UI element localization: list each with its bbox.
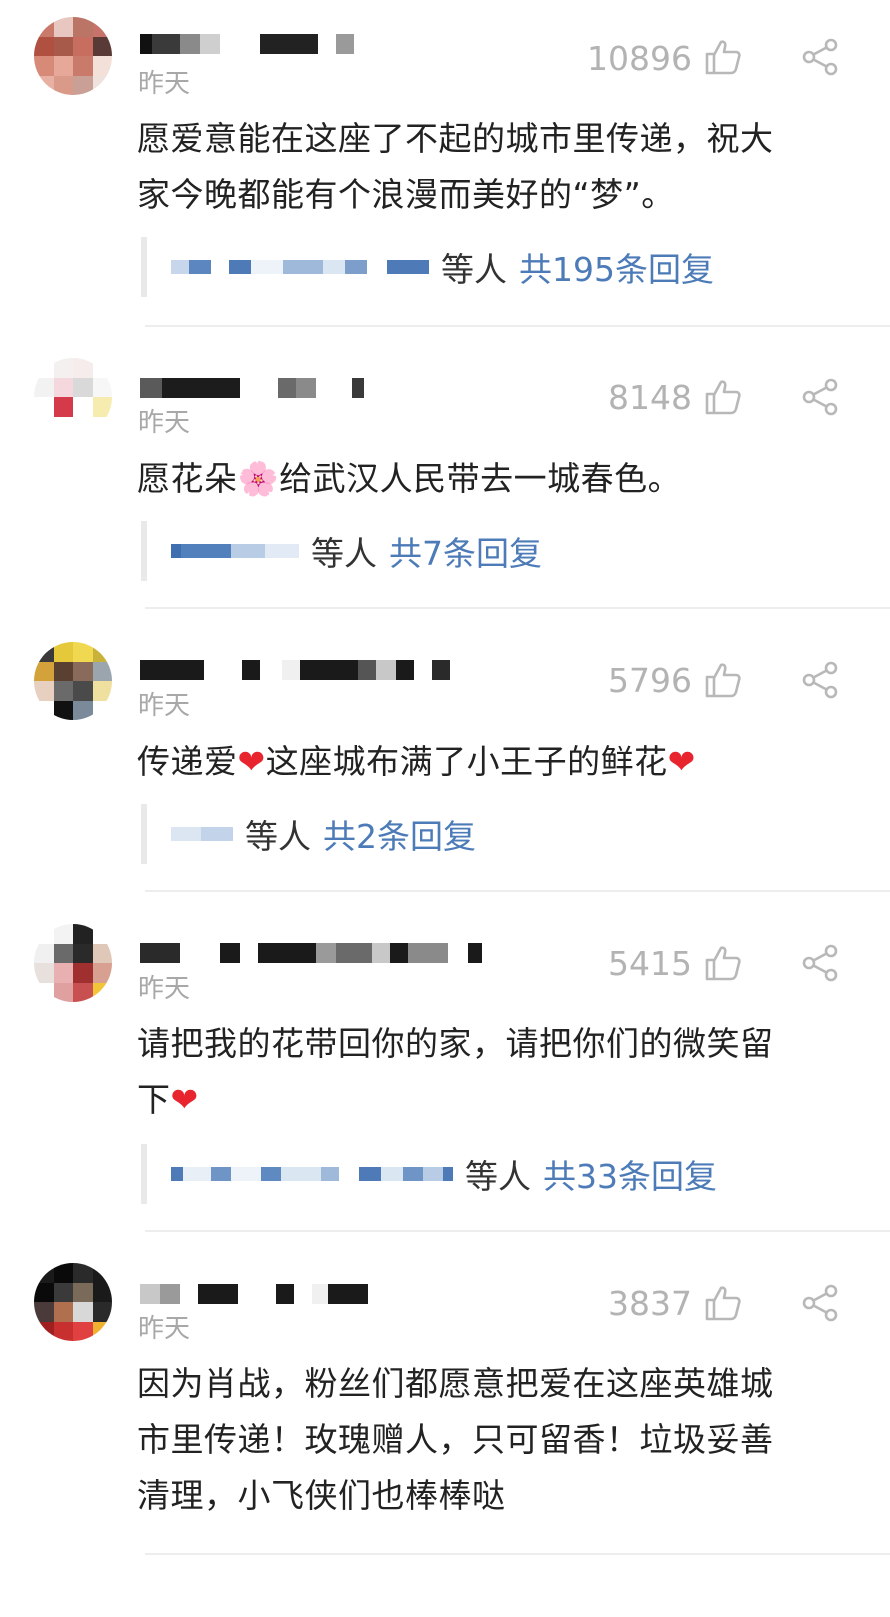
replies-etc: 等人 xyxy=(441,250,507,289)
divider xyxy=(145,1553,890,1555)
comment-text: 传递爱❤这座城布满了小王子的鲜花❤ xyxy=(137,734,837,790)
comment-text-part: 下 xyxy=(137,1080,171,1119)
replies-preview[interactable]: 等人 共7条回复 xyxy=(141,521,542,581)
comment-time: 昨天 xyxy=(138,691,191,721)
comment-text-line: 市里传递！玫瑰赠人，只可留香！垃圾妥善 xyxy=(137,1420,774,1459)
username-blurred[interactable] xyxy=(140,938,482,968)
username-blurred[interactable] xyxy=(140,655,450,685)
avatar[interactable] xyxy=(34,642,112,720)
avatar[interactable] xyxy=(34,1263,112,1341)
thumbs-up-icon[interactable] xyxy=(704,1284,742,1322)
comment-text-line: 家今晚都能有个浪漫而美好的“梦”。 xyxy=(137,175,675,214)
like-count: 3837 xyxy=(608,1284,692,1323)
share-icon[interactable] xyxy=(800,943,840,983)
comment-text-line: 因为肖战，粉丝们都愿意把爱在这座英雄城 xyxy=(137,1364,774,1403)
username-blurred[interactable] xyxy=(140,1279,368,1309)
comment-text: 请把我的花带回你的家，请把你们的微笑留 下❤ xyxy=(137,1016,837,1128)
reply-names-blurred xyxy=(171,252,429,282)
comment-time: 昨天 xyxy=(138,1314,191,1344)
heart-emoji-icon: ❤ xyxy=(237,742,266,781)
replies-total-link[interactable]: 共33条回复 xyxy=(543,1150,717,1198)
comment-time: 昨天 xyxy=(138,974,191,1004)
comment-text: 因为肖战，粉丝们都愿意把爱在这座英雄城 市里传递！玫瑰赠人，只可留香！垃圾妥善 … xyxy=(137,1356,837,1524)
like-count: 5796 xyxy=(608,661,692,700)
comment-time: 昨天 xyxy=(138,69,191,99)
divider xyxy=(145,325,890,327)
comment-text: 愿爱意能在这座了不起的城市里传递，祝大 家今晚都能有个浪漫而美好的“梦”。 xyxy=(137,111,837,223)
heart-emoji-icon: ❤ xyxy=(170,1080,199,1119)
divider xyxy=(145,607,890,609)
comment-text-part: 传递爱 xyxy=(137,742,238,781)
comment-text-part: 愿花朵 xyxy=(137,459,238,498)
replies-total-link[interactable]: 共7条回复 xyxy=(389,527,542,575)
avatar[interactable] xyxy=(34,924,112,1002)
share-icon[interactable] xyxy=(800,37,840,77)
replies-etc: 等人 xyxy=(311,534,377,573)
thumbs-up-icon[interactable] xyxy=(704,661,742,699)
flower-emoji-icon: 🌸 xyxy=(237,459,280,498)
share-icon[interactable] xyxy=(800,660,840,700)
like-count: 10896 xyxy=(587,39,692,78)
share-icon[interactable] xyxy=(800,1283,840,1323)
reply-names-blurred xyxy=(171,819,233,849)
replies-preview[interactable]: 等人 共33条回复 xyxy=(141,1144,717,1204)
replies-preview[interactable]: 等人 共195条回复 xyxy=(141,237,714,297)
comment-text-line: 下❤ xyxy=(137,1072,837,1128)
like-count: 5415 xyxy=(608,944,692,983)
reply-names-blurred xyxy=(171,1159,453,1189)
comment-text: 愿花朵🌸给武汉人民带去一城春色。 xyxy=(137,451,837,507)
divider xyxy=(145,890,890,892)
comment-text-line: 愿爱意能在这座了不起的城市里传递，祝大 xyxy=(137,119,774,158)
thumbs-up-icon[interactable] xyxy=(704,38,742,76)
like-count: 8148 xyxy=(608,378,692,417)
comment-text-line: 清理，小飞侠们也棒棒哒 xyxy=(137,1476,506,1515)
comment-text-part: 给武汉人民带去一城春色。 xyxy=(279,459,682,498)
avatar[interactable] xyxy=(34,358,112,436)
replies-preview[interactable]: 等人 共2条回复 xyxy=(141,804,476,864)
replies-total-link[interactable]: 共195条回复 xyxy=(519,243,714,291)
replies-etc: 等人 xyxy=(245,817,311,856)
share-icon[interactable] xyxy=(800,377,840,417)
username-blurred[interactable] xyxy=(140,373,364,403)
replies-total-link[interactable]: 共2条回复 xyxy=(323,810,476,858)
divider xyxy=(145,1230,890,1232)
reply-names-blurred xyxy=(171,536,299,566)
thumbs-up-icon[interactable] xyxy=(704,944,742,982)
username-blurred[interactable] xyxy=(140,29,354,59)
avatar[interactable] xyxy=(34,17,112,95)
heart-emoji-icon: ❤ xyxy=(667,742,696,781)
replies-etc: 等人 xyxy=(465,1157,531,1196)
thumbs-up-icon[interactable] xyxy=(704,378,742,416)
comment-text-part: 这座城布满了小王子的鲜花 xyxy=(265,742,668,781)
comment-time: 昨天 xyxy=(138,408,191,438)
comment-text-line: 请把我的花带回你的家，请把你们的微笑留 xyxy=(137,1024,774,1063)
